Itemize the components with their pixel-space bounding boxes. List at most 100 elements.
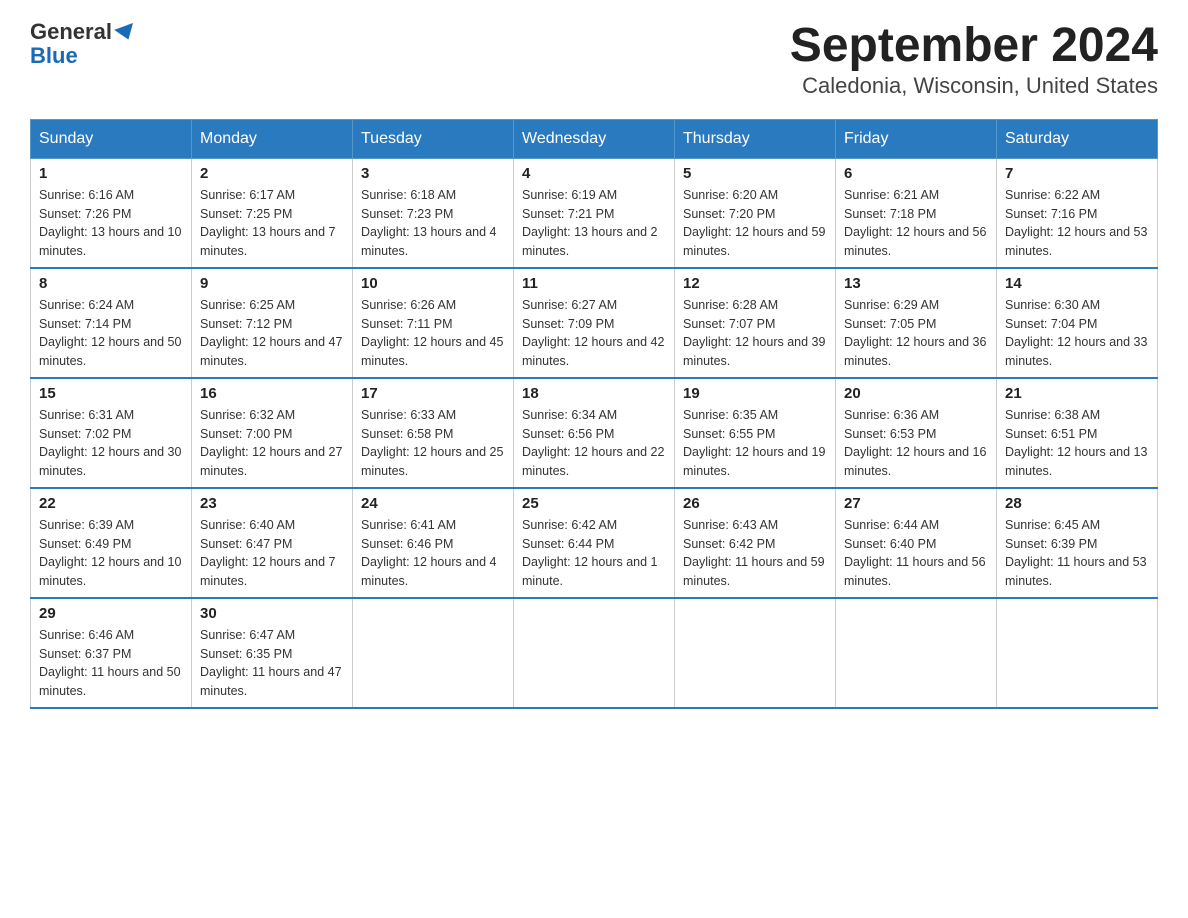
day-info: Sunrise: 6:19 AMSunset: 7:21 PMDaylight:… bbox=[522, 186, 666, 261]
day-number: 26 bbox=[683, 495, 827, 512]
calendar-body: 1 Sunrise: 6:16 AMSunset: 7:26 PMDaylight… bbox=[31, 158, 1158, 708]
calendar-day-cell: 25 Sunrise: 6:42 AMSunset: 6:44 PMDayligh… bbox=[514, 488, 675, 598]
calendar-day-cell: 7 Sunrise: 6:22 AMSunset: 7:16 PMDaylight… bbox=[997, 158, 1158, 268]
day-info: Sunrise: 6:18 AMSunset: 7:23 PMDaylight:… bbox=[361, 186, 505, 261]
page-title: September 2024 bbox=[790, 20, 1158, 73]
day-number: 5 bbox=[683, 165, 827, 182]
day-number: 23 bbox=[200, 495, 344, 512]
calendar-week-row: 29 Sunrise: 6:46 AMSunset: 6:37 PMDayligh… bbox=[31, 598, 1158, 708]
day-number: 29 bbox=[39, 605, 183, 622]
weekday-header: Sunday bbox=[31, 119, 192, 158]
weekday-header: Saturday bbox=[997, 119, 1158, 158]
day-info: Sunrise: 6:38 AMSunset: 6:51 PMDaylight:… bbox=[1005, 406, 1149, 481]
day-info: Sunrise: 6:40 AMSunset: 6:47 PMDaylight:… bbox=[200, 516, 344, 591]
calendar-table: SundayMondayTuesdayWednesdayThursdayFrid… bbox=[30, 119, 1158, 709]
day-number: 4 bbox=[522, 165, 666, 182]
calendar-day-cell: 23 Sunrise: 6:40 AMSunset: 6:47 PMDayligh… bbox=[192, 488, 353, 598]
calendar-day-cell: 29 Sunrise: 6:46 AMSunset: 6:37 PMDayligh… bbox=[31, 598, 192, 708]
calendar-day-cell: 24 Sunrise: 6:41 AMSunset: 6:46 PMDayligh… bbox=[353, 488, 514, 598]
day-info: Sunrise: 6:34 AMSunset: 6:56 PMDaylight:… bbox=[522, 406, 666, 481]
weekday-header: Tuesday bbox=[353, 119, 514, 158]
weekday-header: Thursday bbox=[675, 119, 836, 158]
day-number: 17 bbox=[361, 385, 505, 402]
calendar-day-cell: 13Sunrise: 6:29 AMSunset: 7:05 PMDayligh… bbox=[836, 268, 997, 378]
day-number: 11 bbox=[522, 275, 666, 292]
logo-triangle-icon bbox=[114, 23, 138, 43]
calendar-day-cell: 4 Sunrise: 6:19 AMSunset: 7:21 PMDaylight… bbox=[514, 158, 675, 268]
day-info: Sunrise: 6:27 AMSunset: 7:09 PMDaylight:… bbox=[522, 296, 666, 371]
day-info: Sunrise: 6:28 AMSunset: 7:07 PMDaylight:… bbox=[683, 296, 827, 371]
day-info: Sunrise: 6:33 AMSunset: 6:58 PMDaylight:… bbox=[361, 406, 505, 481]
page-header: General Blue September 2024 Caledonia, W… bbox=[30, 20, 1158, 99]
page-subtitle: Caledonia, Wisconsin, United States bbox=[790, 73, 1158, 99]
day-number: 3 bbox=[361, 165, 505, 182]
calendar-week-row: 15Sunrise: 6:31 AMSunset: 7:02 PMDayligh… bbox=[31, 378, 1158, 488]
day-info: Sunrise: 6:32 AMSunset: 7:00 PMDaylight:… bbox=[200, 406, 344, 481]
calendar-day-cell: 2Sunrise: 6:17 AMSunset: 7:25 PMDaylight… bbox=[192, 158, 353, 268]
day-info: Sunrise: 6:20 AMSunset: 7:20 PMDaylight:… bbox=[683, 186, 827, 261]
logo-general: General bbox=[30, 20, 136, 44]
title-block: September 2024 Caledonia, Wisconsin, Uni… bbox=[790, 20, 1158, 99]
calendar-day-cell: 15Sunrise: 6:31 AMSunset: 7:02 PMDayligh… bbox=[31, 378, 192, 488]
calendar-day-cell: 14 Sunrise: 6:30 AMSunset: 7:04 PMDayligh… bbox=[997, 268, 1158, 378]
day-number: 9 bbox=[200, 275, 344, 292]
calendar-week-row: 8 Sunrise: 6:24 AMSunset: 7:14 PMDaylight… bbox=[31, 268, 1158, 378]
day-info: Sunrise: 6:24 AMSunset: 7:14 PMDaylight:… bbox=[39, 296, 183, 371]
calendar-day-cell: 3 Sunrise: 6:18 AMSunset: 7:23 PMDaylight… bbox=[353, 158, 514, 268]
day-number: 24 bbox=[361, 495, 505, 512]
calendar-day-cell: 8 Sunrise: 6:24 AMSunset: 7:14 PMDaylight… bbox=[31, 268, 192, 378]
day-number: 25 bbox=[522, 495, 666, 512]
day-info: Sunrise: 6:31 AMSunset: 7:02 PMDaylight:… bbox=[39, 406, 183, 481]
calendar-day-cell: 20 Sunrise: 6:36 AMSunset: 6:53 PMDayligh… bbox=[836, 378, 997, 488]
calendar-day-cell bbox=[836, 598, 997, 708]
day-number: 21 bbox=[1005, 385, 1149, 402]
day-info: Sunrise: 6:26 AMSunset: 7:11 PMDaylight:… bbox=[361, 296, 505, 371]
calendar-day-cell bbox=[675, 598, 836, 708]
day-number: 8 bbox=[39, 275, 183, 292]
logo-blue: Blue bbox=[30, 44, 136, 68]
day-info: Sunrise: 6:22 AMSunset: 7:16 PMDaylight:… bbox=[1005, 186, 1149, 261]
calendar-day-cell: 12 Sunrise: 6:28 AMSunset: 7:07 PMDayligh… bbox=[675, 268, 836, 378]
calendar-day-cell: 17 Sunrise: 6:33 AMSunset: 6:58 PMDayligh… bbox=[353, 378, 514, 488]
calendar-day-cell: 11 Sunrise: 6:27 AMSunset: 7:09 PMDayligh… bbox=[514, 268, 675, 378]
day-number: 10 bbox=[361, 275, 505, 292]
calendar-week-row: 22Sunrise: 6:39 AMSunset: 6:49 PMDayligh… bbox=[31, 488, 1158, 598]
day-number: 1 bbox=[39, 165, 183, 182]
calendar-day-cell bbox=[997, 598, 1158, 708]
day-info: Sunrise: 6:35 AMSunset: 6:55 PMDaylight:… bbox=[683, 406, 827, 481]
day-info: Sunrise: 6:44 AMSunset: 6:40 PMDaylight:… bbox=[844, 516, 988, 591]
calendar-day-cell: 22Sunrise: 6:39 AMSunset: 6:49 PMDayligh… bbox=[31, 488, 192, 598]
day-number: 7 bbox=[1005, 165, 1149, 182]
day-info: Sunrise: 6:17 AMSunset: 7:25 PMDaylight:… bbox=[200, 186, 344, 261]
day-info: Sunrise: 6:41 AMSunset: 6:46 PMDaylight:… bbox=[361, 516, 505, 591]
day-number: 12 bbox=[683, 275, 827, 292]
day-number: 6 bbox=[844, 165, 988, 182]
day-info: Sunrise: 6:42 AMSunset: 6:44 PMDaylight:… bbox=[522, 516, 666, 591]
day-info: Sunrise: 6:39 AMSunset: 6:49 PMDaylight:… bbox=[39, 516, 183, 591]
logo: General Blue bbox=[30, 20, 136, 68]
day-info: Sunrise: 6:29 AMSunset: 7:05 PMDaylight:… bbox=[844, 296, 988, 371]
day-info: Sunrise: 6:46 AMSunset: 6:37 PMDaylight:… bbox=[39, 626, 183, 701]
calendar-day-cell: 28Sunrise: 6:45 AMSunset: 6:39 PMDayligh… bbox=[997, 488, 1158, 598]
weekday-header: Friday bbox=[836, 119, 997, 158]
day-number: 16 bbox=[200, 385, 344, 402]
calendar-day-cell: 1 Sunrise: 6:16 AMSunset: 7:26 PMDaylight… bbox=[31, 158, 192, 268]
weekday-header: Monday bbox=[192, 119, 353, 158]
day-number: 30 bbox=[200, 605, 344, 622]
calendar-week-row: 1 Sunrise: 6:16 AMSunset: 7:26 PMDaylight… bbox=[31, 158, 1158, 268]
day-number: 20 bbox=[844, 385, 988, 402]
weekday-header-row: SundayMondayTuesdayWednesdayThursdayFrid… bbox=[31, 119, 1158, 158]
day-info: Sunrise: 6:21 AMSunset: 7:18 PMDaylight:… bbox=[844, 186, 988, 261]
day-info: Sunrise: 6:30 AMSunset: 7:04 PMDaylight:… bbox=[1005, 296, 1149, 371]
day-number: 14 bbox=[1005, 275, 1149, 292]
calendar-day-cell: 26 Sunrise: 6:43 AMSunset: 6:42 PMDayligh… bbox=[675, 488, 836, 598]
day-number: 27 bbox=[844, 495, 988, 512]
day-info: Sunrise: 6:16 AMSunset: 7:26 PMDaylight:… bbox=[39, 186, 183, 261]
day-info: Sunrise: 6:45 AMSunset: 6:39 PMDaylight:… bbox=[1005, 516, 1149, 591]
day-info: Sunrise: 6:36 AMSunset: 6:53 PMDaylight:… bbox=[844, 406, 988, 481]
day-number: 19 bbox=[683, 385, 827, 402]
day-info: Sunrise: 6:43 AMSunset: 6:42 PMDaylight:… bbox=[683, 516, 827, 591]
calendar-day-cell: 6 Sunrise: 6:21 AMSunset: 7:18 PMDaylight… bbox=[836, 158, 997, 268]
calendar-day-cell: 19 Sunrise: 6:35 AMSunset: 6:55 PMDayligh… bbox=[675, 378, 836, 488]
weekday-header: Wednesday bbox=[514, 119, 675, 158]
